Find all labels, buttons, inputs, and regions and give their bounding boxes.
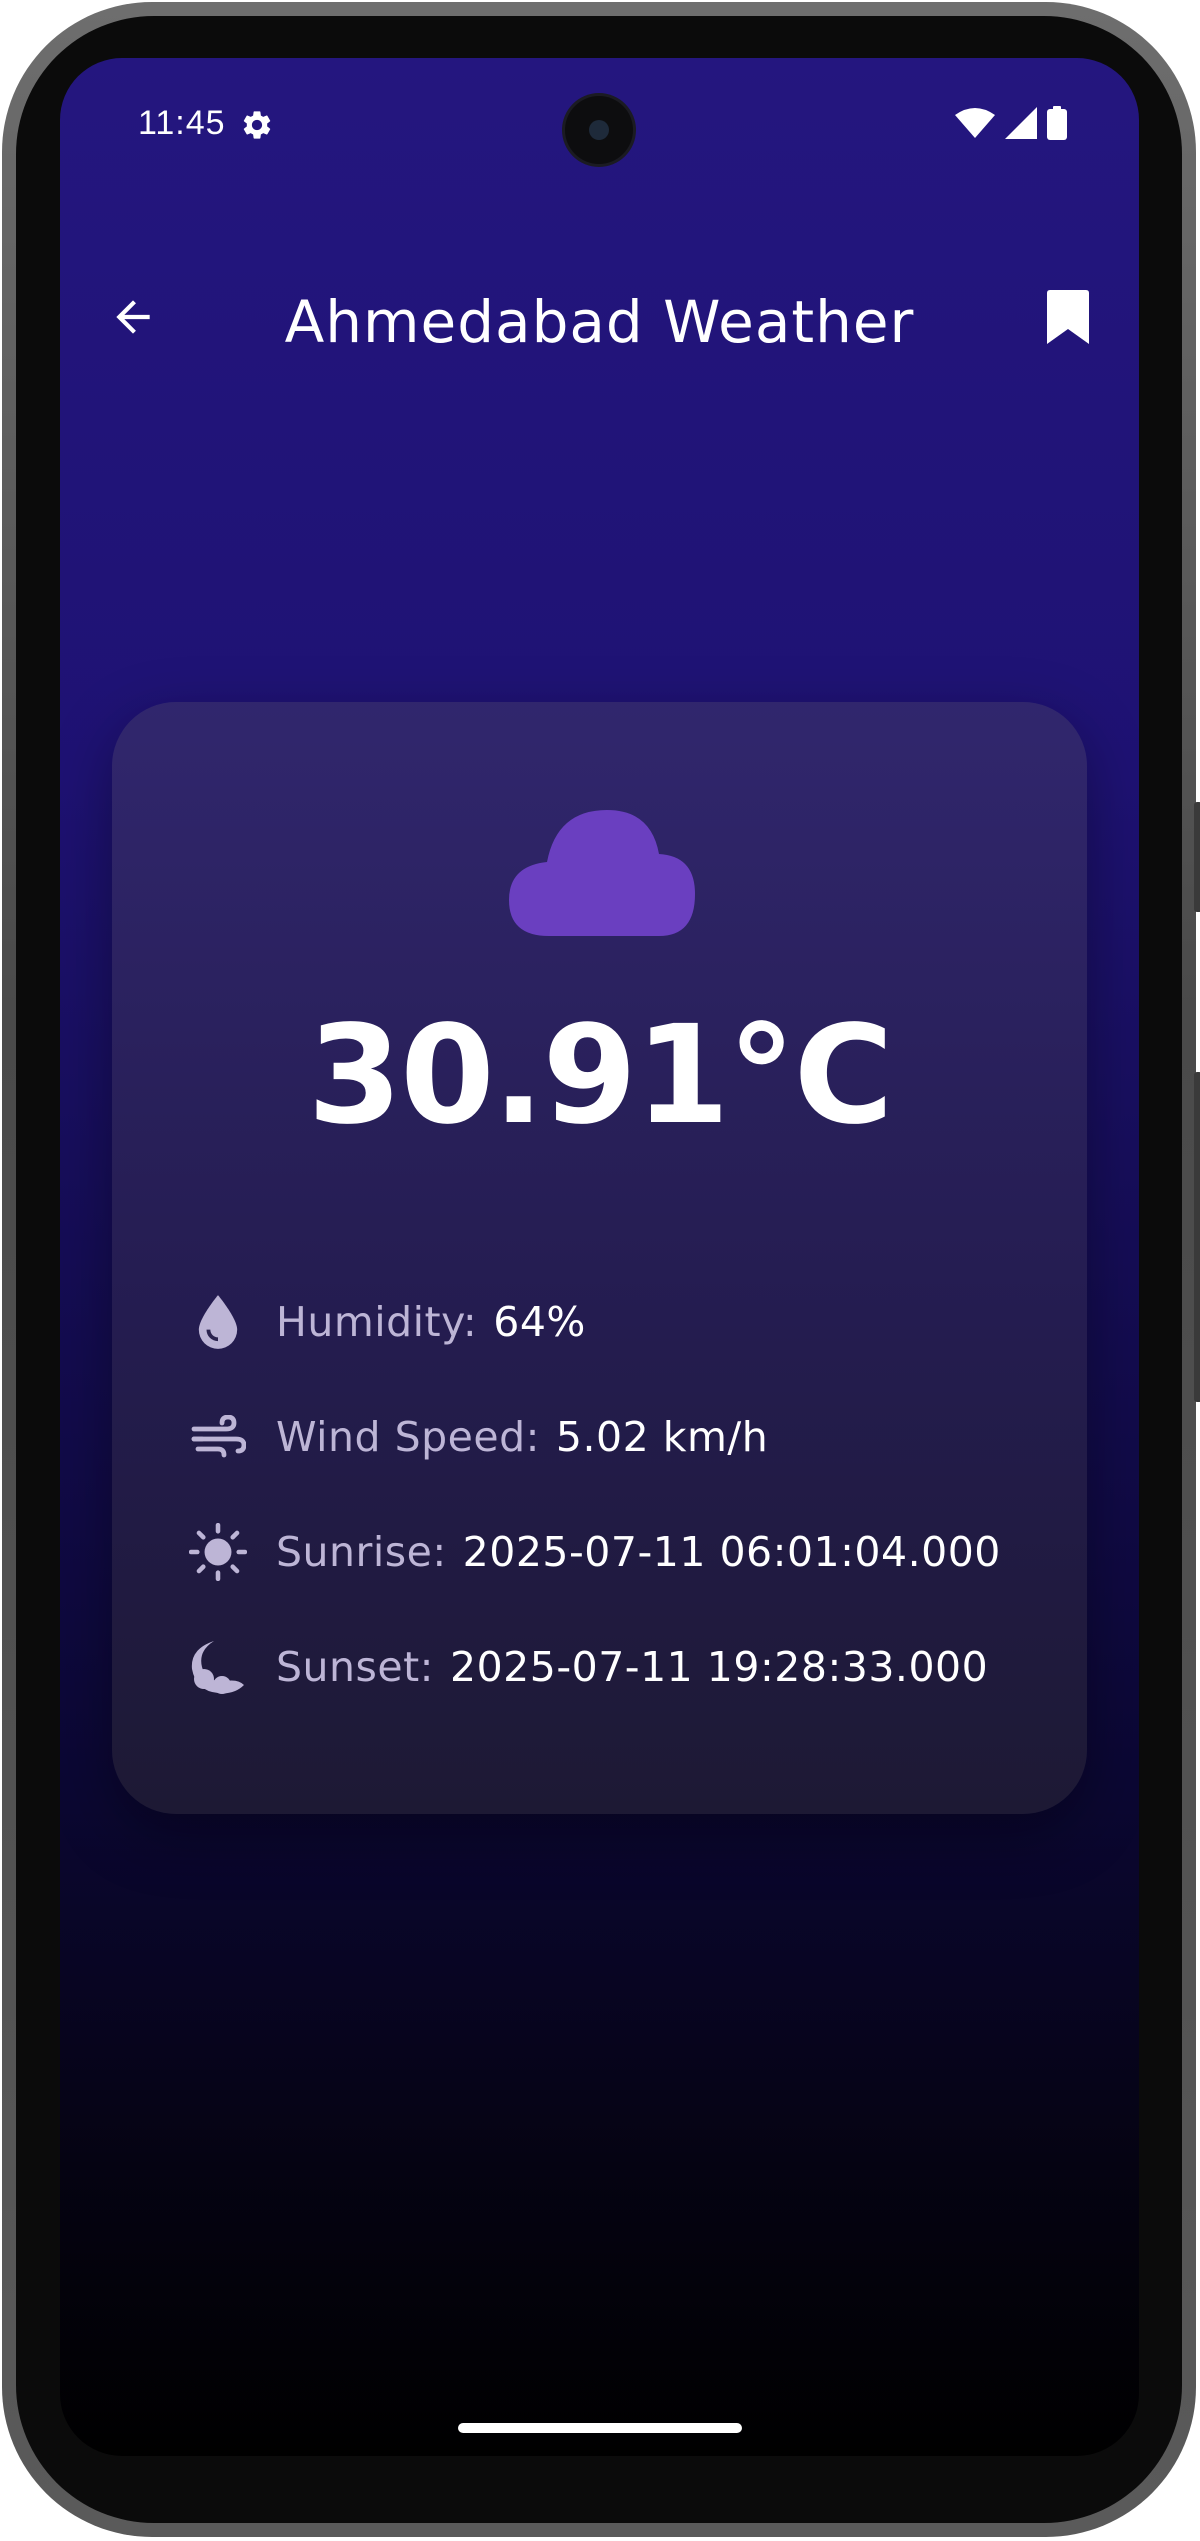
signal-icon (1005, 107, 1037, 143)
wind-icon (188, 1407, 248, 1467)
sunrise-value: 2025-07-11 06:01:04.000 (462, 1528, 1001, 1576)
sunset-value: 2025-07-11 19:28:33.000 (449, 1643, 989, 1691)
humidity-value: 64% (493, 1298, 586, 1346)
sunrise-row: Sunrise: 2025-07-11 06:01:04.000 (188, 1517, 1001, 1587)
water-drop-icon (188, 1292, 248, 1352)
front-camera (565, 96, 633, 164)
sunset-label: Sunset: (276, 1643, 434, 1691)
status-time: 11:45 (138, 104, 226, 142)
sunset-row: Sunset: 2025-07-11 19:28:33.000 (188, 1632, 988, 1702)
status-icons (955, 106, 1067, 144)
weather-card: 30.91°C Humidity: 64% Wind Speed: 5.02 k… (112, 702, 1087, 1814)
sunrise-label: Sunrise: (276, 1528, 447, 1576)
bookmark-icon (1046, 290, 1090, 348)
wifi-icon (955, 107, 995, 143)
app-bar: Ahmedabad Weather (60, 258, 1139, 378)
temperature-value: 30.91°C (307, 997, 894, 1155)
bookmark-button[interactable] (1035, 286, 1101, 352)
wind-speed-label: Wind Speed: (276, 1413, 540, 1461)
page-title: Ahmedabad Weather (284, 288, 915, 356)
app-screen: 11:45 Ahmedabad Weather 30.91°C Humidity… (60, 58, 1139, 2456)
sun-icon (188, 1522, 248, 1582)
battery-icon (1047, 106, 1067, 144)
humidity-label: Humidity: (276, 1298, 478, 1346)
home-indicator[interactable] (458, 2423, 742, 2433)
device-page: 11:45 Ahmedabad Weather 30.91°C Humidity… (0, 0, 1200, 2541)
wind-speed-value: 5.02 km/h (555, 1413, 769, 1461)
humidity-row: Humidity: 64% (188, 1287, 586, 1357)
wind-speed-row: Wind Speed: 5.02 km/h (188, 1402, 768, 1472)
volume-button (1194, 1072, 1200, 1402)
gear-icon (240, 108, 274, 142)
moon-icon (188, 1637, 248, 1697)
cloud-icon (509, 810, 695, 936)
status-bar: 11:45 (60, 58, 1139, 188)
power-button (1194, 802, 1200, 912)
